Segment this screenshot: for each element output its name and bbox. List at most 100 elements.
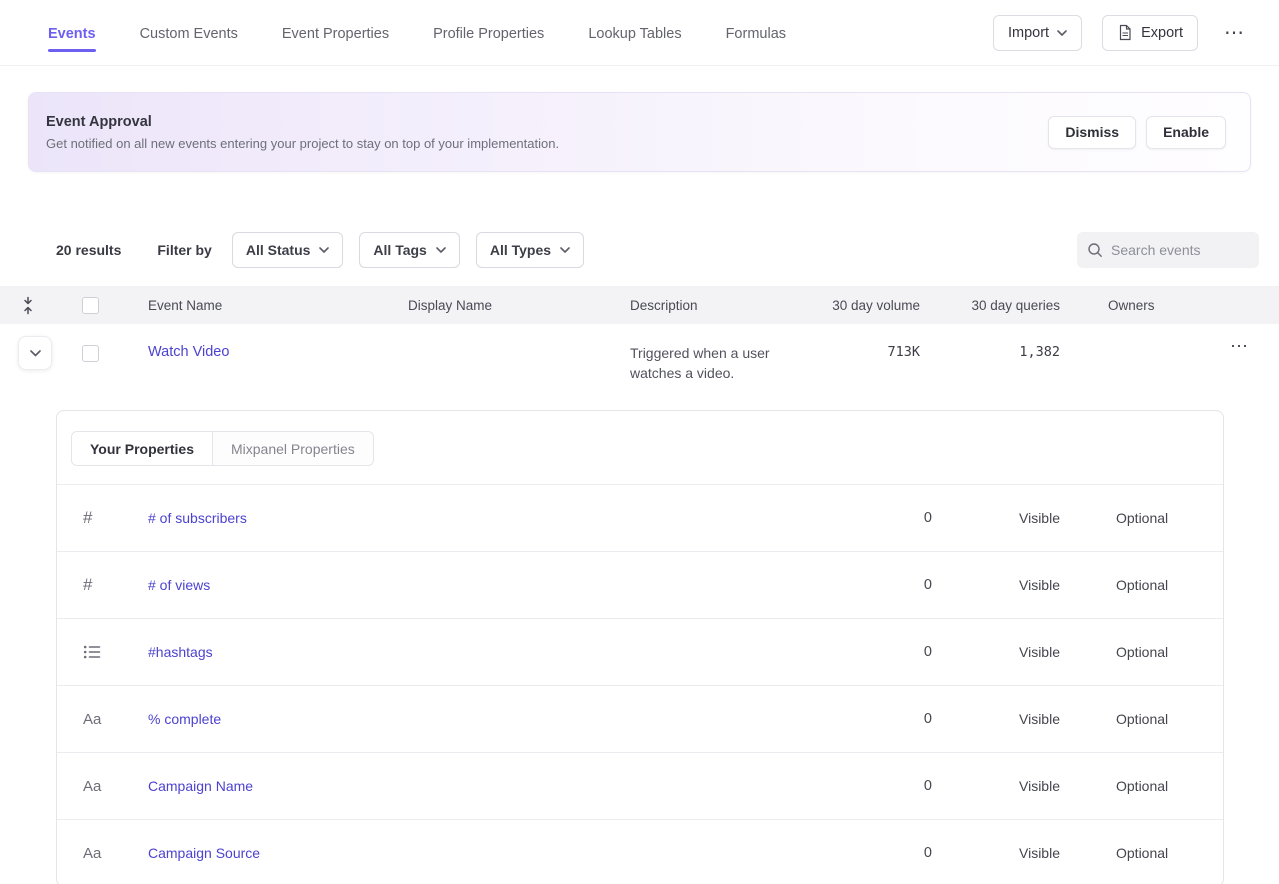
search-box <box>1077 232 1259 268</box>
header-description: Description <box>630 298 800 313</box>
select-all-checkbox[interactable] <box>82 297 99 314</box>
property-count: 0 <box>812 577 932 593</box>
status-filter-value: All Status <box>246 242 311 258</box>
list-property-icon <box>57 644 148 660</box>
header-owners: Owners <box>1060 298 1200 313</box>
property-name-link[interactable]: # of subscribers <box>148 510 247 526</box>
tags-filter-dropdown[interactable]: All Tags <box>359 232 459 268</box>
types-filter-dropdown[interactable]: All Types <box>476 232 584 268</box>
text-property-icon: Aa <box>57 778 148 795</box>
property-row: Aa Campaign Source 0 Visible Optional <box>57 819 1223 884</box>
row-more-options-icon[interactable]: ⋯ <box>1230 336 1249 357</box>
header-30-day-volume: 30 day volume <box>800 298 920 313</box>
export-button-label: Export <box>1141 25 1183 41</box>
property-count: 0 <box>812 711 932 727</box>
top-navigation: Events Custom Events Event Properties Pr… <box>0 0 1279 66</box>
property-requirement: Optional <box>1116 711 1223 727</box>
property-requirement: Optional <box>1116 778 1223 794</box>
property-visibility: Visible <box>932 845 1116 861</box>
chevron-down-icon <box>319 247 329 253</box>
property-row: # # of subscribers 0 Visible Optional <box>57 484 1223 551</box>
property-visibility: Visible <box>932 510 1116 526</box>
text-property-icon: Aa <box>57 845 148 862</box>
property-visibility: Visible <box>932 711 1116 727</box>
search-icon <box>1087 242 1103 258</box>
search-input[interactable] <box>1111 242 1241 258</box>
text-property-icon: Aa <box>57 711 148 728</box>
property-row: Aa % complete 0 Visible Optional <box>57 685 1223 752</box>
property-requirement: Optional <box>1116 644 1223 660</box>
tab-mixpanel-properties[interactable]: Mixpanel Properties <box>212 432 373 465</box>
row-checkbox[interactable] <box>82 345 99 362</box>
row-checkbox-cell <box>56 324 148 362</box>
import-button[interactable]: Import <box>993 15 1082 51</box>
header-display-name: Display Name <box>408 298 630 313</box>
filter-by-label: Filter by <box>157 242 211 258</box>
property-name-link[interactable]: % complete <box>148 711 221 727</box>
event-actions-cell: ⋯ <box>1200 324 1279 357</box>
property-visibility: Visible <box>932 577 1116 593</box>
tab-your-properties[interactable]: Your Properties <box>72 432 212 465</box>
header-event-name: Event Name <box>148 298 408 313</box>
banner-title: Event Approval <box>46 114 559 130</box>
tab-profile-properties[interactable]: Profile Properties <box>433 4 544 62</box>
export-button[interactable]: Export <box>1102 15 1198 51</box>
header-30-day-queries: 30 day queries <box>920 298 1060 313</box>
properties-tabbar: Your Properties Mixpanel Properties <box>57 411 1223 484</box>
property-count: 0 <box>812 510 932 526</box>
events-table-header: Event Name Display Name Description 30 d… <box>0 286 1279 324</box>
tab-events[interactable]: Events <box>48 4 96 62</box>
property-count: 0 <box>812 845 932 861</box>
expand-cell <box>0 324 56 370</box>
status-filter-dropdown[interactable]: All Status <box>232 232 344 268</box>
collapse-row-button[interactable] <box>18 336 52 370</box>
property-count: 0 <box>812 644 932 660</box>
property-requirement: Optional <box>1116 845 1223 861</box>
nav-actions: Import Export ⋯ <box>993 15 1251 51</box>
event-description: Triggered when a user watches a video. <box>630 324 800 383</box>
select-all-cell <box>56 297 148 314</box>
property-count: 0 <box>812 778 932 794</box>
property-row: #hashtags 0 Visible Optional <box>57 618 1223 685</box>
tags-filter-value: All Tags <box>373 242 426 258</box>
tab-formulas[interactable]: Formulas <box>726 4 786 62</box>
more-options-icon[interactable]: ⋯ <box>1218 19 1251 47</box>
dismiss-button[interactable]: Dismiss <box>1048 116 1136 149</box>
types-filter-value: All Types <box>490 242 551 258</box>
collapse-all-icon[interactable] <box>0 296 56 315</box>
event-30-day-volume: 713K <box>800 324 920 360</box>
properties-tabs: Your Properties Mixpanel Properties <box>71 431 374 466</box>
number-property-icon: # <box>57 508 148 528</box>
properties-panel: Your Properties Mixpanel Properties # # … <box>56 410 1224 884</box>
property-visibility: Visible <box>932 778 1116 794</box>
nav-tabs: Events Custom Events Event Properties Pr… <box>48 4 786 62</box>
event-table-row: Watch Video Triggered when a user watche… <box>0 324 1279 410</box>
event-approval-banner: Event Approval Get notified on all new e… <box>28 92 1251 172</box>
property-name-link[interactable]: Campaign Source <box>148 845 260 861</box>
property-row: # # of views 0 Visible Optional <box>57 551 1223 618</box>
export-csv-icon <box>1117 24 1133 41</box>
banner-actions: Dismiss Enable <box>1048 116 1226 149</box>
property-requirement: Optional <box>1116 577 1223 593</box>
results-count: 20 results <box>56 242 121 258</box>
tab-lookup-tables[interactable]: Lookup Tables <box>588 4 681 62</box>
chevron-down-icon <box>30 350 41 357</box>
chevron-down-icon <box>436 247 446 253</box>
enable-button[interactable]: Enable <box>1146 116 1226 149</box>
property-name-link[interactable]: #hashtags <box>148 644 213 660</box>
event-30-day-queries: 1,382 <box>920 324 1060 360</box>
property-visibility: Visible <box>932 644 1116 660</box>
event-name-link[interactable]: Watch Video <box>148 324 408 360</box>
number-property-icon: # <box>57 575 148 595</box>
property-name-link[interactable]: Campaign Name <box>148 778 253 794</box>
property-row: Aa Campaign Name 0 Visible Optional <box>57 752 1223 819</box>
chevron-down-icon <box>1057 30 1067 36</box>
banner-subtitle: Get notified on all new events entering … <box>46 136 559 151</box>
chevron-down-icon <box>560 247 570 253</box>
filter-toolbar: 20 results Filter by All Status All Tags… <box>0 230 1279 270</box>
tab-custom-events[interactable]: Custom Events <box>140 4 238 62</box>
property-name-link[interactable]: # of views <box>148 577 210 593</box>
tab-event-properties[interactable]: Event Properties <box>282 4 389 62</box>
banner-text: Event Approval Get notified on all new e… <box>46 114 559 151</box>
property-requirement: Optional <box>1116 510 1223 526</box>
